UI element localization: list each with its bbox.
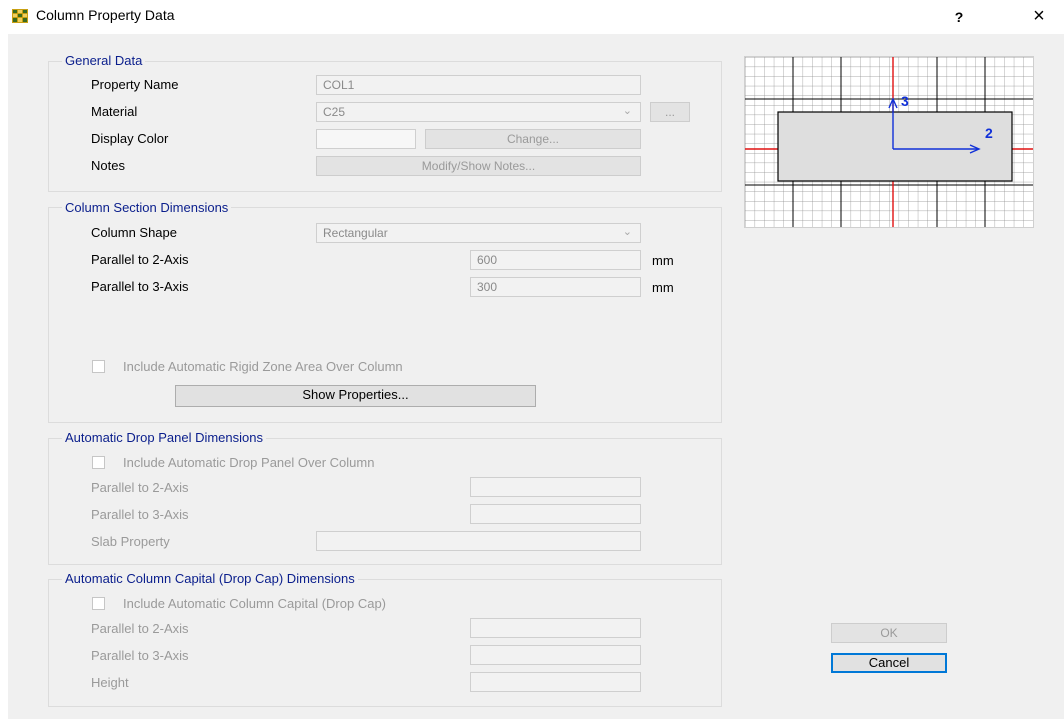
parallel-3-axis-label: Parallel to 3-Axis [91,279,189,294]
drop-panel-parallel-3-input[interactable] [470,504,641,524]
slab-property-label: Slab Property [91,534,170,549]
help-icon[interactable]: ? [948,6,970,28]
ok-button[interactable]: OK [831,623,947,643]
column-capital-checkbox[interactable] [92,597,105,610]
slab-property-field[interactable] [316,531,641,551]
material-browse-button[interactable]: ... [650,102,690,122]
column-capital-legend: Automatic Column Capital (Drop Cap) Dime… [62,572,358,586]
grid-app-icon [12,9,28,23]
column-shape-value: Rectangular [323,226,388,240]
chevron-down-icon: ⌄ [622,105,632,117]
cancel-button[interactable]: Cancel [831,653,947,673]
section-preview-canvas [745,57,1033,227]
property-name-label: Property Name [91,77,179,92]
column-capital-parallel-2-label: Parallel to 2-Axis [91,621,189,636]
general-data-legend: General Data [62,54,146,68]
parallel-3-axis-unit: mm [652,280,674,295]
section-preview: 2 3 [744,56,1034,228]
axis-3-label: 3 [901,93,909,109]
close-icon[interactable]: × [1026,5,1052,29]
rigid-zone-label: Include Automatic Rigid Zone Area Over C… [123,359,403,374]
title-bar: Column Property Data ? × [0,0,1064,32]
column-capital-parallel-3-input[interactable] [470,645,641,665]
parallel-2-axis-unit: mm [652,253,674,268]
column-capital-include-label: Include Automatic Column Capital (Drop C… [123,596,387,611]
parallel-2-axis-label: Parallel to 2-Axis [91,252,189,267]
display-color-label: Display Color [91,131,169,146]
column-capital-height-label: Height [91,675,129,690]
parallel-2-axis-input[interactable]: 600 [470,250,641,270]
drop-panel-parallel-2-label: Parallel to 2-Axis [91,480,189,495]
show-properties-button[interactable]: Show Properties... [175,385,536,407]
column-capital-height-input[interactable] [470,672,641,692]
display-color-swatch [316,129,416,149]
column-capital-parallel-2-input[interactable] [470,618,641,638]
rigid-zone-checkbox[interactable] [92,360,105,373]
drop-panel-parallel-2-input[interactable] [470,477,641,497]
drop-panel-checkbox[interactable] [92,456,105,469]
change-color-button[interactable]: Change... [425,129,641,149]
parallel-3-axis-input[interactable]: 300 [470,277,641,297]
modify-notes-button[interactable]: Modify/Show Notes... [316,156,641,176]
material-value: C25 [323,105,346,119]
axis-2-label: 2 [985,125,993,141]
chevron-down-icon: ⌄ [622,226,632,238]
material-dropdown[interactable]: C25 ⌄ [316,102,641,122]
notes-label: Notes [91,158,125,173]
drop-panel-include-label: Include Automatic Drop Panel Over Column [123,455,375,470]
column-shape-dropdown[interactable]: Rectangular ⌄ [316,223,641,243]
property-name-field[interactable]: COL1 [316,75,641,95]
drop-panel-parallel-3-label: Parallel to 3-Axis [91,507,189,522]
material-label: Material [91,104,138,119]
section-dimensions-legend: Column Section Dimensions [62,201,232,215]
column-shape-label: Column Shape [91,225,177,240]
drop-panel-legend: Automatic Drop Panel Dimensions [62,431,266,445]
window-title: Column Property Data [36,7,175,23]
column-capital-parallel-3-label: Parallel to 3-Axis [91,648,189,663]
